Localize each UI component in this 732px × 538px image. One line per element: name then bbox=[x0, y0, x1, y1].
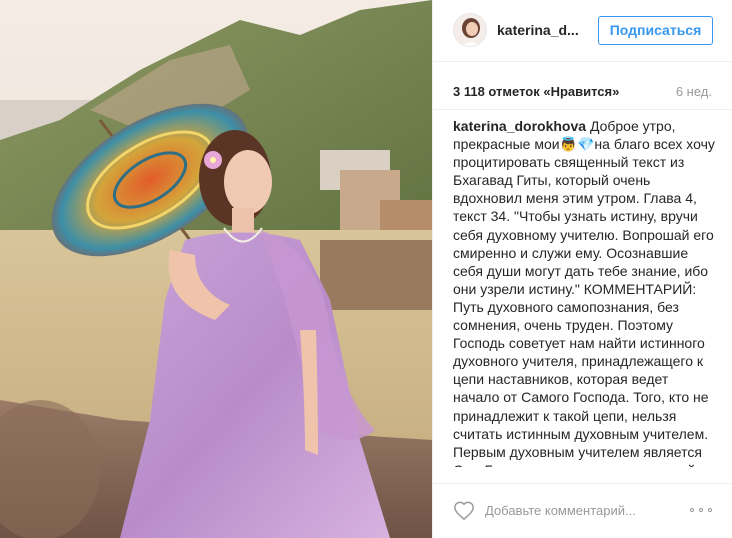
more-dot bbox=[690, 508, 694, 512]
post-sidebar: katerina_d... Подписаться 3 118 отметок … bbox=[432, 0, 732, 538]
post-age[interactable]: 6 нед. bbox=[676, 84, 712, 99]
instagram-post: katerina_d... Подписаться 3 118 отметок … bbox=[0, 0, 732, 538]
heart-outline-icon[interactable] bbox=[453, 500, 475, 522]
caption-text: Доброе утро, прекрасные мои👼💎на благо вс… bbox=[453, 118, 715, 467]
post-photo[interactable] bbox=[0, 0, 432, 538]
photo-illustration bbox=[0, 0, 432, 538]
more-options-icon[interactable] bbox=[690, 508, 712, 514]
comment-input[interactable] bbox=[485, 498, 657, 522]
comment-bar bbox=[433, 483, 732, 538]
caption-author-link[interactable]: katerina_dorokhova bbox=[453, 118, 586, 134]
post-header: katerina_d... Подписаться bbox=[433, 0, 732, 62]
more-dot bbox=[708, 508, 712, 512]
likes-count[interactable]: 3 118 отметок «Нравится» bbox=[453, 84, 619, 99]
post-meta: 3 118 отметок «Нравится» 6 нед. bbox=[433, 62, 732, 110]
avatar[interactable] bbox=[453, 13, 487, 47]
caption-area: katerina_dorokhova Доброе утро, прекрасн… bbox=[453, 117, 715, 467]
username-link[interactable]: katerina_d... bbox=[497, 22, 579, 38]
avatar-image bbox=[454, 14, 486, 46]
post-caption: katerina_dorokhova Доброе утро, прекрасн… bbox=[453, 117, 715, 467]
more-dot bbox=[699, 508, 703, 512]
follow-button[interactable]: Подписаться bbox=[598, 16, 713, 45]
